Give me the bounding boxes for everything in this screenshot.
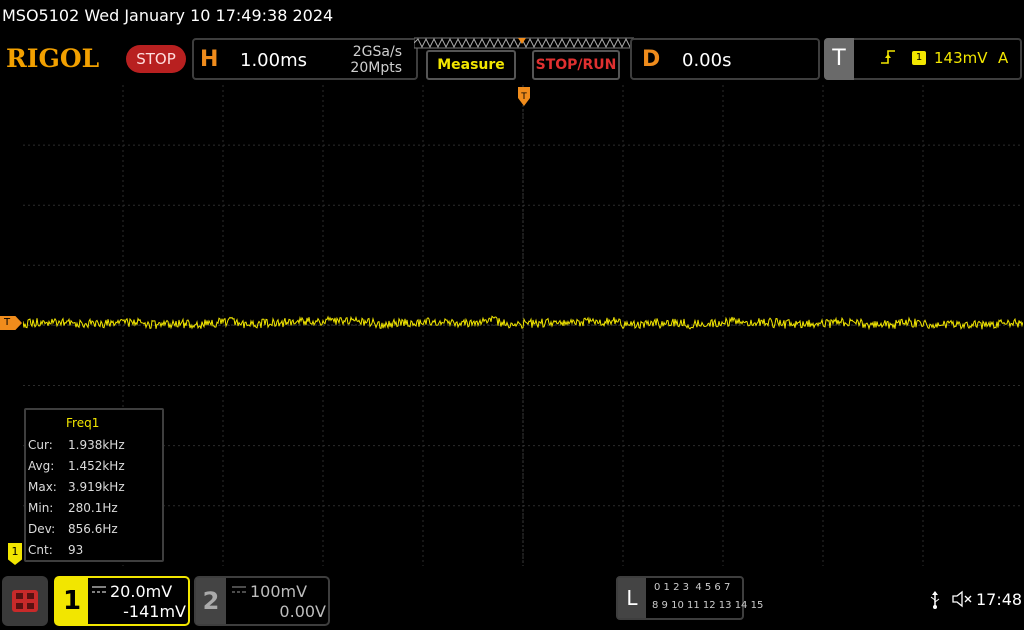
measurement-value: 1.452kHz <box>68 459 125 473</box>
measurement-label: Max: <box>28 480 57 494</box>
speaker-muted-icon[interactable] <box>952 590 972 608</box>
trigger-position-marker: T <box>518 87 530 106</box>
measurement-title: Freq1 <box>66 416 100 430</box>
measurement-label: Min: <box>28 501 54 515</box>
rigol-logo: RIGOL <box>6 44 100 73</box>
logic-analyzer-panel[interactable]: L 0 1 2 3 4 5 6 7 8 9 10 11 12 13 14 15 <box>616 576 763 620</box>
delay-letter: D <box>642 47 661 72</box>
measurement-label: Cnt: <box>28 543 53 557</box>
trigger-level: 143mV <box>934 49 988 67</box>
channel1-offset-marker[interactable]: 1 <box>8 543 22 565</box>
status-line: MSO5102 Wed January 10 17:49:38 2024 <box>0 0 1024 32</box>
stop-run-button[interactable]: STOP/RUN <box>532 50 620 80</box>
channel2-scale: 100mV <box>250 582 308 601</box>
memory-depth: 20Mpts <box>350 60 402 76</box>
measurement-value: 280.1Hz <box>68 501 118 515</box>
delay-panel[interactable]: D 0.00s <box>630 38 820 80</box>
logic-channels-row1: 0 1 2 3 4 5 6 7 <box>654 582 731 593</box>
measurement-value: 1.938kHz <box>68 438 125 452</box>
horizontal-letter: H <box>200 47 219 72</box>
bottom-bar: 1 20.0mV -141mV 2 100mV 0.00V L 0 1 2 3 … <box>0 570 1024 630</box>
channel1-panel[interactable]: 1 20.0mV -141mV <box>54 576 190 626</box>
usb-icon <box>930 591 940 609</box>
channel1-number: 1 <box>56 578 88 624</box>
trigger-source-badge: 1 <box>912 51 926 65</box>
svg-text:T: T <box>520 92 527 102</box>
channel2-number: 2 <box>196 578 226 624</box>
measurement-label: Cur: <box>28 438 53 452</box>
trigger-letter: T <box>824 38 854 80</box>
measurement-value: 93 <box>68 543 84 557</box>
logic-channels-row2: 8 9 10 11 12 13 14 15 <box>652 600 764 611</box>
delay-value: 0.00s <box>682 50 732 71</box>
rising-edge-icon <box>881 50 895 64</box>
measure-button[interactable]: Measure <box>426 50 516 80</box>
status-line-text: MSO5102 Wed January 10 17:49:38 2024 <box>2 6 334 25</box>
channel1-scale: 20.0mV <box>110 582 173 601</box>
measurement-value: 3.919kHz <box>68 480 125 494</box>
measurement-panel: Freq1 Cur: 1.938kHz Avg: 1.452kHz Max: 3.91… <box>24 408 164 562</box>
trigger-level-marker[interactable]: T <box>0 316 22 330</box>
menu-grid-icon <box>12 590 38 612</box>
clock: 17:48 <box>976 590 1023 609</box>
top-toolbar: RIGOL STOP H 1.00ms 2GSa/s 20Mpts Measur… <box>0 34 1024 84</box>
timebase-value: 1.00ms <box>240 50 307 71</box>
run-state-badge[interactable]: STOP <box>126 45 186 73</box>
measurement-label: Dev: <box>28 522 56 536</box>
channel2-panel[interactable]: 2 100mV 0.00V <box>194 576 330 626</box>
main-menu-button[interactable] <box>2 576 48 626</box>
measurement-label: Avg: <box>28 459 55 473</box>
memory-overview-bar <box>414 37 634 49</box>
sample-rate: 2GSa/s <box>352 44 402 60</box>
measurement-value: 856.6Hz <box>68 522 118 536</box>
dc-coupling-icon <box>92 586 106 593</box>
logic-letter: L <box>618 578 646 618</box>
horizontal-panel[interactable]: H 1.00ms 2GSa/s 20Mpts <box>192 38 418 80</box>
channel2-offset: 0.00V <box>279 602 326 621</box>
waveform-grid[interactable] <box>23 85 1023 566</box>
channel1-offset: -141mV <box>123 602 186 621</box>
trigger-mode: A <box>998 49 1009 67</box>
dc-coupling-icon <box>232 586 246 593</box>
